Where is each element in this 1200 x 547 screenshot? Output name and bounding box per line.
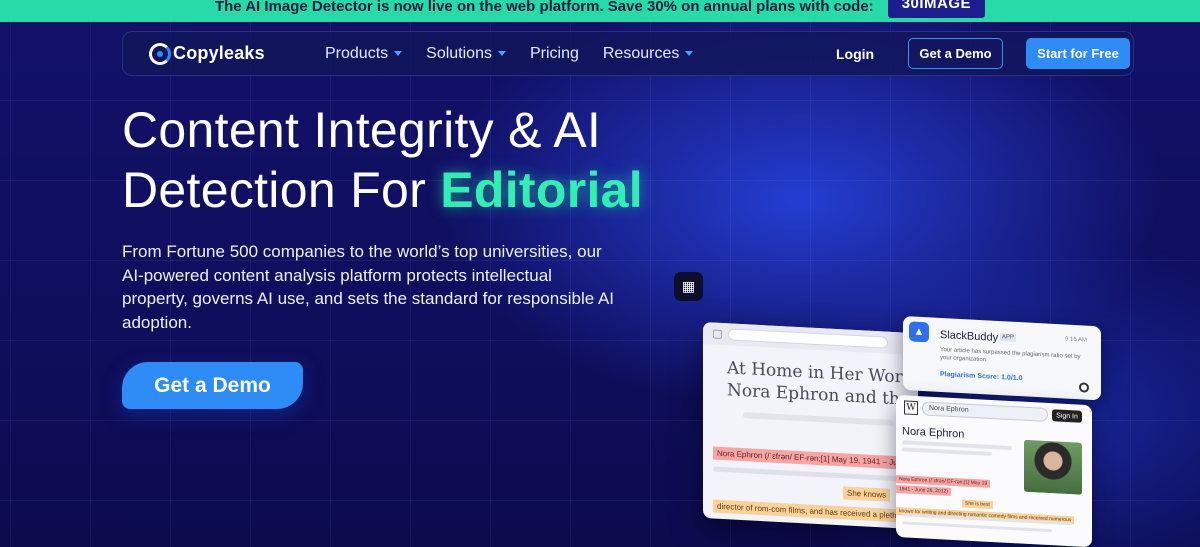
plagiarism-highlight: director of rom-com films, and has recei…: [713, 499, 913, 523]
chat-icon: ▦: [674, 272, 703, 301]
nav-item-pricing[interactable]: Pricing: [530, 45, 579, 63]
slack-time: 9:16 AM: [1065, 336, 1088, 344]
main-navbar: Copyleaks Products Solutions Pricing Res…: [122, 31, 1134, 76]
hero-description: From Fortune 500 companies to the world’…: [122, 242, 615, 332]
nav-item-label: Solutions: [426, 44, 492, 62]
wiki-search-field: Nora Ephron: [922, 401, 1048, 422]
article-mockup: At Home in Her Words Nora Ephron and the…: [703, 322, 918, 530]
wiki-sign-in-button: Sign In: [1052, 409, 1082, 423]
get-demo-hero-button[interactable]: Get a Demo: [122, 362, 303, 409]
logo-icon: [149, 42, 171, 65]
wikipedia-icon: W: [904, 400, 918, 416]
promo-code[interactable]: 30IMAGE: [887, 0, 986, 18]
nav-item-label: Products: [325, 44, 389, 62]
start-free-button[interactable]: Start for Free: [1026, 38, 1130, 69]
hero-title-highlight: Editorial: [440, 162, 643, 218]
app-badge: APP: [1000, 333, 1017, 342]
wiki-mockup: W Nora Ephron Sign In Nora Ephron Nora E…: [896, 395, 1092, 547]
text-placeholder: [902, 447, 992, 457]
hero-title-line2: Detection For: [122, 162, 441, 218]
announcement-banner: The AI Image Detector is now live on the…: [0, 0, 1200, 22]
nav-item-label: Resources: [602, 44, 680, 62]
plagiarism-highlight: Nora Ephron (/ˈɛfrən/ EF-rən;[1] May 19,…: [713, 446, 911, 470]
chevron-down-icon: [497, 51, 506, 56]
wiki-heading: Nora Ephron: [902, 425, 965, 441]
bell-icon: ▲: [909, 321, 929, 343]
get-demo-nav-button[interactable]: Get a Demo: [908, 38, 1003, 69]
slack-notification-mockup: ▲ SlackBuddy APP 9:16 AM Your article ha…: [903, 316, 1101, 401]
home-icon: [713, 329, 722, 339]
nav-menu: Products Solutions Pricing Resources: [325, 45, 717, 63]
chevron-down-icon: [685, 51, 694, 56]
plagiarism-highlight: She knows: [843, 486, 891, 502]
portrait-photo: [1024, 439, 1082, 495]
author-line: [743, 412, 894, 427]
nav-item-resources[interactable]: Resources: [602, 44, 694, 63]
hero-title-line1: Content Integrity & AI: [122, 102, 602, 158]
banner-text: The AI Image Detector is now live on the…: [214, 0, 874, 15]
hero-title: Content Integrity & AI Detection For Edi…: [122, 100, 643, 220]
chevron-down-icon: [394, 51, 403, 56]
copyleaks-icon: [1079, 382, 1089, 393]
plagiarism-score: Plagiarism Score: 1.0/1.0: [940, 370, 1023, 383]
slack-message: Your article has surpassed the plagiaris…: [940, 346, 1081, 364]
nav-item-label: Pricing: [529, 44, 579, 62]
logo-text: Copyleaks: [173, 43, 265, 63]
nav-item-products[interactable]: Products: [325, 44, 403, 63]
login-link[interactable]: Login: [836, 46, 874, 62]
slack-sender: SlackBuddy: [940, 328, 999, 344]
article-title: At Home in Her Words Nora Ephron and the: [703, 344, 918, 411]
logo[interactable]: Copyleaks: [149, 42, 299, 65]
nav-item-solutions[interactable]: Solutions: [426, 45, 506, 63]
plagiarism-highlight: 1941 - June 26, 2012): [896, 485, 951, 496]
